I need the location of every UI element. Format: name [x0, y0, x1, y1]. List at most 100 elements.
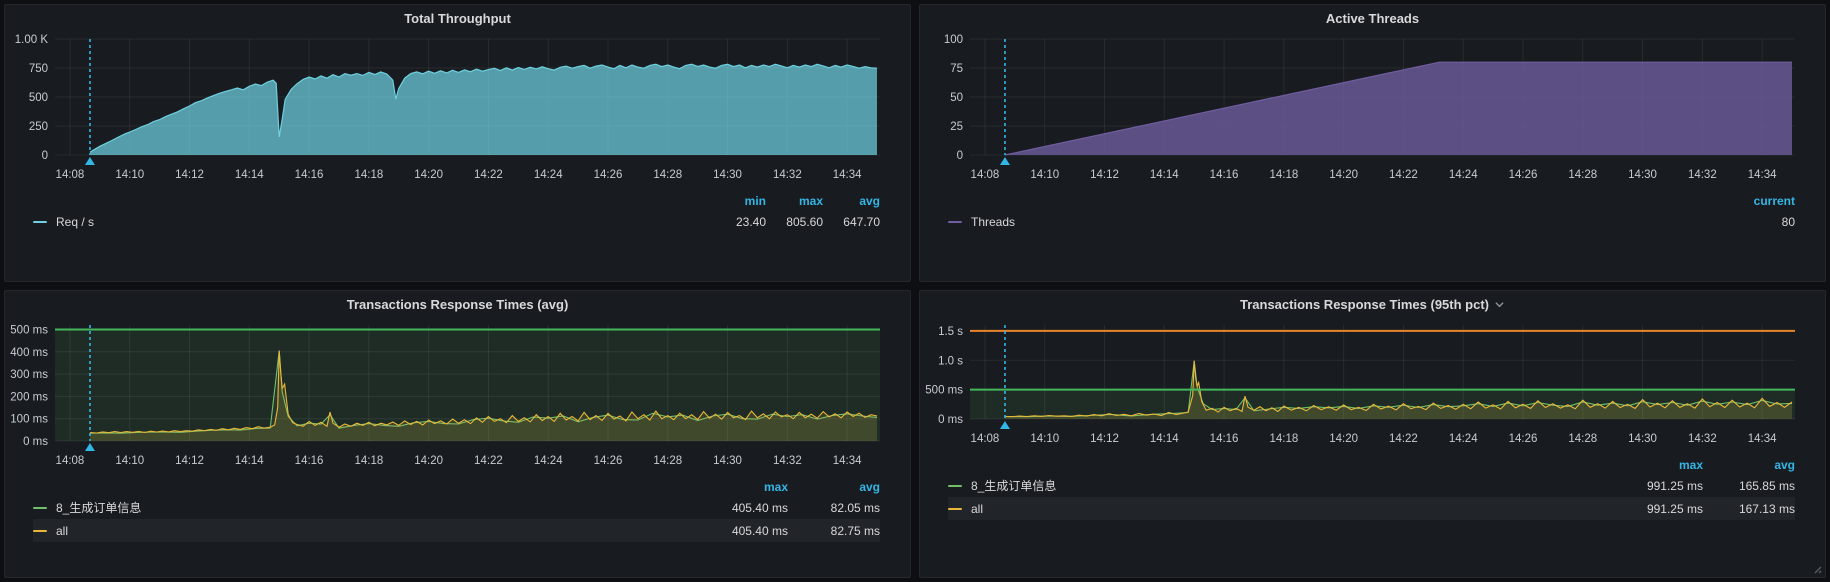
legend-header-row: maxavg: [948, 455, 1795, 474]
legend-stat-value-avg: 165.85 ms: [1703, 479, 1795, 493]
svg-text:0: 0: [42, 150, 48, 162]
panel-resize-grip[interactable]: [1812, 564, 1822, 574]
svg-text:14:26: 14:26: [594, 169, 623, 181]
svg-text:50: 50: [950, 92, 963, 104]
legend-series-label: all: [56, 524, 68, 538]
legend-stat-value-current: 80: [1733, 215, 1795, 229]
legend-series-color-dash: [948, 221, 962, 223]
svg-text:14:20: 14:20: [414, 455, 443, 467]
svg-text:14:22: 14:22: [474, 455, 503, 467]
legend-stat-header-max[interactable]: max: [766, 194, 823, 208]
legend-header-row: maxavg: [33, 477, 880, 496]
legend-stat-header-avg[interactable]: avg: [788, 480, 880, 494]
svg-text:14:08: 14:08: [56, 455, 85, 467]
legend-series-label: Threads: [971, 215, 1015, 229]
svg-text:14:12: 14:12: [1090, 169, 1119, 181]
legend-stat-header-avg[interactable]: avg: [1703, 458, 1795, 472]
legend-series-name[interactable]: Req / s: [33, 215, 709, 229]
svg-text:14:34: 14:34: [833, 455, 862, 467]
legend-series-name[interactable]: all: [948, 502, 1611, 516]
legend-stat-value-max: 405.40 ms: [696, 524, 788, 538]
svg-text:14:16: 14:16: [1210, 169, 1239, 181]
svg-text:14:28: 14:28: [653, 455, 682, 467]
svg-text:14:28: 14:28: [1568, 169, 1597, 181]
svg-text:14:24: 14:24: [1449, 433, 1478, 445]
svg-text:14:12: 14:12: [175, 455, 204, 467]
legend-series-color-dash: [33, 221, 47, 223]
legend-series-name[interactable]: all: [33, 524, 696, 538]
svg-text:14:14: 14:14: [1150, 433, 1179, 445]
legend-stat-value-avg: 647.70: [823, 215, 880, 229]
svg-text:14:14: 14:14: [235, 169, 264, 181]
panel-title-active-threads[interactable]: Active Threads: [920, 5, 1825, 31]
legend-series-label: Req / s: [56, 215, 94, 229]
svg-text:14:30: 14:30: [1628, 433, 1657, 445]
svg-text:500 ms: 500 ms: [925, 385, 963, 397]
legend-header-row: minmaxavg: [33, 191, 880, 210]
legend-stat-value-avg: 82.75 ms: [788, 524, 880, 538]
panel-title-response-times-95pct[interactable]: Transactions Response Times (95th pct): [920, 291, 1825, 317]
svg-text:14:22: 14:22: [1389, 433, 1418, 445]
legend-series-name[interactable]: Threads: [948, 215, 1733, 229]
panel-response-times-95pct: Transactions Response Times (95th pct) 0…: [919, 290, 1826, 578]
svg-text:14:10: 14:10: [115, 169, 144, 181]
legend-series-color-dash: [33, 507, 47, 509]
svg-text:14:30: 14:30: [713, 455, 742, 467]
svg-text:14:14: 14:14: [235, 455, 264, 467]
svg-text:14:16: 14:16: [1210, 433, 1239, 445]
svg-text:14:32: 14:32: [773, 169, 802, 181]
annotation-marker[interactable]: [85, 157, 95, 165]
svg-text:14:32: 14:32: [1688, 433, 1717, 445]
svg-text:14:10: 14:10: [1030, 433, 1059, 445]
legend-series-label: 8_生成订单信息: [56, 499, 141, 516]
throughput-chart[interactable]: 02505007501.00 K14:0814:1014:1214:1414:1…: [5, 31, 910, 189]
legend-stat-value-avg: 82.05 ms: [788, 501, 880, 515]
legend-stat-header-max[interactable]: max: [1611, 458, 1703, 472]
svg-text:14:08: 14:08: [971, 169, 1000, 181]
panel-title-total-throughput[interactable]: Total Throughput: [5, 5, 910, 31]
legend-stat-header-min[interactable]: min: [709, 194, 766, 208]
svg-text:14:34: 14:34: [1748, 433, 1777, 445]
legend-row: 8_生成订单信息991.25 ms165.85 ms: [948, 474, 1795, 497]
svg-text:14:26: 14:26: [1509, 433, 1538, 445]
svg-text:14:20: 14:20: [1329, 169, 1358, 181]
legend-stat-header-max[interactable]: max: [696, 480, 788, 494]
svg-text:14:16: 14:16: [295, 455, 324, 467]
annotation-marker[interactable]: [1000, 157, 1010, 165]
dashboard-grid: Total Throughput 02505007501.00 K14:0814…: [0, 0, 1830, 582]
svg-text:14:32: 14:32: [1688, 169, 1717, 181]
active-threads-chart[interactable]: 025507510014:0814:1014:1214:1414:1614:18…: [920, 31, 1825, 189]
panel-title-response-times-avg[interactable]: Transactions Response Times (avg): [5, 291, 910, 317]
svg-text:500: 500: [29, 92, 48, 104]
svg-text:14:22: 14:22: [1389, 169, 1418, 181]
svg-text:300 ms: 300 ms: [10, 369, 48, 381]
svg-text:14:18: 14:18: [354, 455, 383, 467]
response-times-95pct-chart[interactable]: 0 ms500 ms1.0 s1.5 s14:0814:1014:1214:14…: [920, 317, 1825, 453]
svg-text:1.0 s: 1.0 s: [938, 355, 963, 367]
legend-stat-value-max: 405.40 ms: [696, 501, 788, 515]
legend-stat-header-avg[interactable]: avg: [823, 194, 880, 208]
svg-text:0: 0: [957, 150, 963, 162]
svg-text:400 ms: 400 ms: [10, 347, 48, 359]
legend-series-label: all: [971, 502, 983, 516]
legend-stat-header-current[interactable]: current: [1733, 194, 1795, 208]
response-times-avg-legend: maxavg 8_生成订单信息 405.40 ms82.05 ms all 405.40…: [33, 477, 880, 542]
svg-text:14:12: 14:12: [175, 169, 204, 181]
svg-text:14:20: 14:20: [414, 169, 443, 181]
legend-series-name[interactable]: 8_生成订单信息: [33, 499, 696, 516]
annotation-marker[interactable]: [1000, 421, 1010, 429]
legend-series-name[interactable]: 8_生成订单信息: [948, 477, 1611, 494]
panel-active-threads: Active Threads 025507510014:0814:1014:12…: [919, 4, 1826, 282]
svg-text:14:12: 14:12: [1090, 433, 1119, 445]
svg-text:14:24: 14:24: [1449, 169, 1478, 181]
response-times-avg-chart[interactable]: 0 ms100 ms200 ms300 ms400 ms500 ms14:081…: [5, 317, 910, 475]
panel-title-text: Active Threads: [1326, 11, 1419, 26]
svg-text:14:30: 14:30: [1628, 169, 1657, 181]
svg-text:14:26: 14:26: [1509, 169, 1538, 181]
svg-text:14:08: 14:08: [971, 433, 1000, 445]
svg-text:1.5 s: 1.5 s: [938, 326, 963, 338]
svg-text:200 ms: 200 ms: [10, 391, 48, 403]
svg-text:14:28: 14:28: [653, 169, 682, 181]
active-threads-legend: current Threads 80: [948, 191, 1795, 233]
annotation-marker[interactable]: [85, 443, 95, 451]
